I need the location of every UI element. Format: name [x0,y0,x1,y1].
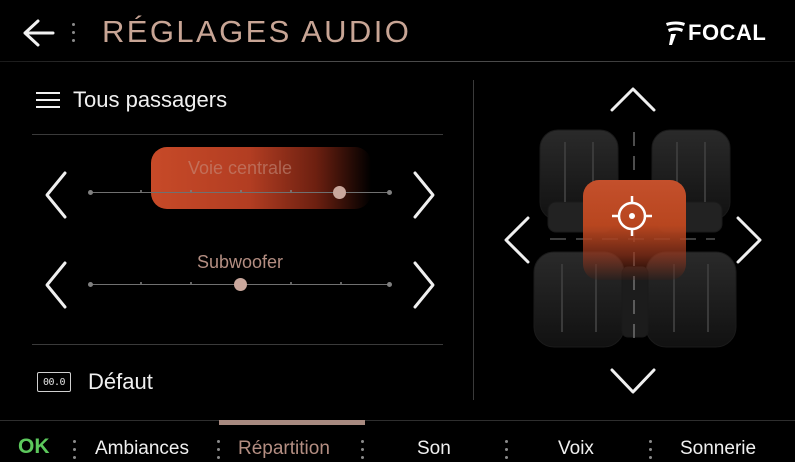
panel-divider [473,80,474,400]
tab-ambiances[interactable]: Ambiances [95,438,189,460]
move-down-button[interactable] [608,364,658,402]
tab-divider [505,440,509,462]
tab-voix[interactable]: Voix [558,438,594,460]
chevron-up-icon [610,87,656,112]
divider [32,344,443,345]
passenger-menu-label: Tous passagers [73,87,228,112]
chevron-down-icon [610,368,656,394]
tab-divider [361,440,365,462]
header: RÉGLAGES AUDIO FOCAL [0,0,795,62]
page-title: RÉGLAGES AUDIO [102,14,412,49]
tab-divider [73,440,77,462]
active-tab-indicator [219,420,365,425]
slider-knob[interactable] [333,186,346,199]
default-button[interactable]: 00.0 Défaut [37,366,153,398]
tab-divider [217,440,221,462]
default-label: Défaut [88,369,153,394]
decrease-button[interactable] [40,170,74,220]
focal-logo-icon [666,21,685,45]
tab-son[interactable]: Son [417,438,451,460]
chevron-right-icon [413,171,435,219]
brand-logo: FOCAL [664,18,766,48]
move-right-button[interactable] [732,214,766,270]
chevron-left-icon [504,216,530,264]
move-up-button[interactable] [608,84,658,120]
slider-subwoofer: Subwoofer [30,242,450,322]
passenger-menu-button[interactable]: Tous passagers [36,84,227,116]
header-divider [72,23,76,47]
back-button[interactable] [18,16,58,50]
header-separator [0,61,795,62]
tabbar-separator [0,420,795,421]
slider-track[interactable] [88,274,392,296]
slider-track[interactable] [88,182,392,204]
arrow-left-icon [23,19,55,47]
ok-button[interactable]: OK [18,435,50,459]
target-icon [612,196,652,236]
tab-sonnerie[interactable]: Sonnerie [680,438,756,460]
chevron-right-icon [736,216,762,264]
tab-repartition[interactable]: Répartition [238,438,330,460]
slider-label: Subwoofer [196,252,284,272]
move-left-button[interactable] [500,214,534,270]
chevron-left-icon [45,171,67,219]
brand-name: FOCAL [688,20,767,45]
divider [32,134,443,135]
slider-voie-centrale: Voie centrale [30,150,450,230]
slider-knob[interactable] [234,278,247,291]
increase-button[interactable] [406,170,440,220]
reset-icon: 00.0 [37,372,71,392]
increase-button[interactable] [406,260,440,310]
chevron-left-icon [45,261,67,309]
slider-label: Voie centrale [187,158,293,178]
chevron-right-icon [413,261,435,309]
hamburger-icon [36,92,60,108]
decrease-button[interactable] [40,260,74,310]
tab-divider [649,440,653,462]
